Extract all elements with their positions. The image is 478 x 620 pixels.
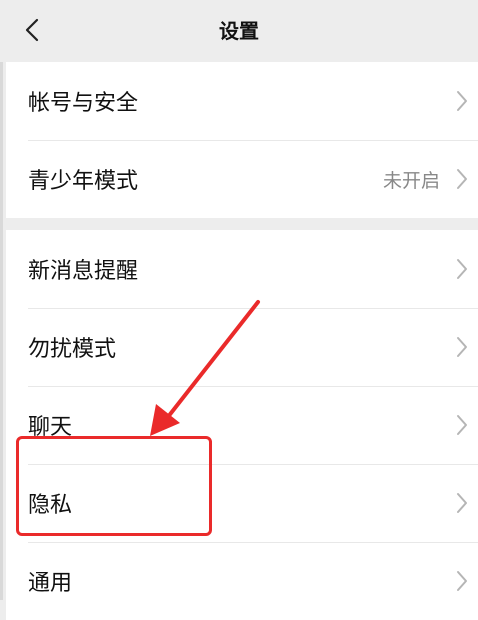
red-arrow-icon bbox=[150, 300, 260, 436]
